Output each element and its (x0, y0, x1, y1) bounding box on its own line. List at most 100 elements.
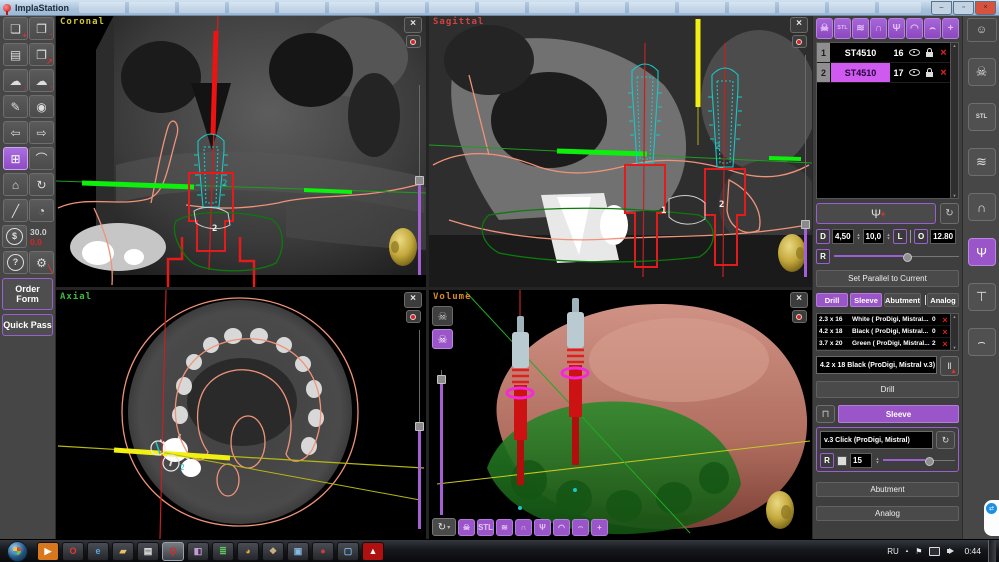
rotation-slider[interactable] (834, 252, 959, 262)
sagittal-view[interactable]: 1 2 2 Sagittal × (429, 15, 812, 287)
toolbar-button[interactable]: ◔ (29, 199, 54, 222)
toolbar-button[interactable]: ⇦ (3, 121, 28, 144)
lock-toggle[interactable] (922, 43, 937, 62)
mode-strip-button[interactable]: ∩ (967, 193, 996, 221)
sleeve-offset-value[interactable]: 15 (850, 453, 872, 468)
toolbar-button[interactable]: ◉ (29, 95, 54, 118)
component-tab[interactable]: Sleeve (850, 293, 882, 307)
coronal-slice-slider[interactable] (415, 85, 424, 275)
taskbar-app-button[interactable]: Ϙ (162, 541, 184, 561)
analog-button[interactable]: Analog (816, 506, 959, 521)
implant-list-scrollbar[interactable]: ▲ ▼ (950, 43, 958, 198)
coronal-view[interactable]: 2 2 Coronal × (56, 15, 426, 287)
implant-row[interactable]: 1 ST4510 16 × (817, 43, 950, 63)
taskbar-app-button[interactable]: ▤ (137, 541, 159, 561)
sleeve-model-field[interactable]: v.3 Click (ProDigi, Mistral) (820, 431, 933, 449)
drill-list-item[interactable]: 4.2 x 18 Black ( ProDigi, Mistral... 0 × (817, 326, 950, 338)
volume-toolbar-button[interactable]: ☠ (458, 518, 475, 536)
axial-expand-button[interactable]: × (404, 292, 422, 308)
sleeve-button[interactable]: Sleeve (838, 405, 959, 423)
mode-strip-button[interactable]: STL (967, 103, 996, 131)
drill-list-item[interactable]: 3.7 x 20 Green ( ProDigi, Mistral... 2 × (817, 338, 950, 350)
taskbar-app-button[interactable]: ◕ (237, 541, 259, 561)
volume-toolbar-button[interactable]: + (591, 518, 608, 536)
implant-row[interactable]: 2 ST4510 17 × (817, 63, 950, 83)
abutment-button[interactable]: Abutment (816, 482, 959, 497)
component-tab[interactable]: Drill (816, 293, 848, 307)
sleeve-checkbox[interactable] (837, 455, 847, 466)
mode-strip-button[interactable]: Ψ (967, 238, 996, 266)
action-center-flag-icon[interactable]: ⚑ (915, 547, 922, 556)
taskbar-app-button[interactable]: ▣ (287, 541, 309, 561)
toolbar-button[interactable]: ✎ (3, 95, 28, 118)
delete-implant-button[interactable]: × (937, 63, 950, 82)
teamviewer-panel[interactable]: ⇄ (984, 500, 999, 536)
tray-expand-icon[interactable]: ▴ (906, 548, 909, 554)
volume-expand-button[interactable]: × (790, 292, 808, 308)
object-toolbar-button[interactable]: ≋ (852, 18, 869, 39)
length-value[interactable]: 10,0 (862, 229, 885, 244)
offset-value[interactable]: 12.80 (930, 229, 957, 244)
volume-toolbar-button[interactable]: ◠ (553, 518, 570, 536)
taskbar-app-button[interactable]: O (62, 541, 84, 561)
volume-toolbar-button[interactable]: Ψ (534, 518, 551, 536)
taskbar-app-button[interactable]: ▶ (37, 541, 59, 561)
sagittal-capture-button[interactable] (791, 35, 807, 48)
quick-pass-button[interactable]: Quick Pass (2, 314, 53, 336)
selected-drill-field[interactable]: 4.2 x 18 Black (ProDigi, Mistral v.3) (816, 356, 937, 374)
toolbar-button[interactable]: ☁ ↓ (3, 69, 28, 92)
help-button[interactable]: ? (3, 251, 28, 274)
visibility-toggle[interactable] (907, 43, 922, 62)
volume-view[interactable]: Volume × ☠ ☠ ↻ ▾ ☠ STL ≋ ∩ Ψ ◠ ⌢ + (429, 290, 812, 539)
object-toolbar-button[interactable]: ⌢ (924, 18, 941, 39)
drill-list-scrollbar[interactable]: ▲ ▼ (950, 314, 958, 350)
object-toolbar-button[interactable]: + (942, 18, 959, 39)
remove-drill-button[interactable]: × (940, 315, 950, 325)
drill-tool-button[interactable]: Ⅱ ▲ (940, 356, 959, 376)
settings-button[interactable]: ⚙ ╲ (29, 251, 54, 274)
volume-skull-render-button[interactable]: ☠ (432, 329, 453, 349)
volume-toolbar-button[interactable]: ∩ (515, 518, 532, 536)
volume-skull-view-button[interactable]: ☠ (432, 306, 453, 326)
toolbar-button[interactable]: ❐ ↗ (29, 43, 54, 66)
sleeve-offset-spinner[interactable]: ▲ ▼ (875, 457, 879, 464)
remove-drill-button[interactable]: × (940, 327, 950, 337)
delete-implant-button[interactable]: × (937, 43, 950, 62)
diameter-spinner[interactable]: ▲ ▼ (856, 233, 860, 240)
toolbar-button[interactable]: ╱ (3, 199, 28, 222)
axial-view[interactable]: 2 Axial × (56, 290, 426, 539)
sleeve-refresh-button[interactable]: ↻ (936, 431, 955, 449)
network-icon[interactable] (929, 546, 941, 556)
object-toolbar-button[interactable]: ◠ (906, 18, 923, 39)
implant-name[interactable]: ST4510 (831, 63, 890, 82)
toolbar-button[interactable]: ↻ (29, 173, 54, 196)
clock[interactable]: 0:44 (964, 546, 981, 556)
volume-rotate-button[interactable]: ↻ ▾ (432, 518, 456, 536)
coronal-expand-button[interactable]: × (404, 17, 422, 33)
price-button[interactable]: $ (2, 225, 27, 248)
show-desktop-button[interactable] (988, 540, 996, 562)
axial-slice-slider[interactable] (415, 330, 424, 529)
object-toolbar-button[interactable]: Ψ (888, 18, 905, 39)
toolbar-button[interactable]: ❏ + (3, 17, 28, 40)
volume-toolbar-button[interactable]: ≋ (496, 518, 513, 536)
sleeve-lock-button[interactable]: ⊓ (816, 405, 835, 423)
toolbar-button[interactable]: ⌂ (3, 173, 28, 196)
language-indicator[interactable]: RU (887, 547, 899, 556)
taskbar-app-button[interactable]: ❖ (262, 541, 284, 561)
object-toolbar-button[interactable]: STL (834, 18, 851, 39)
add-implant-button[interactable]: Ψ + (816, 203, 936, 224)
toolbar-button[interactable]: ⊞ (3, 147, 28, 170)
taskbar-app-button[interactable]: ◧ (187, 541, 209, 561)
lock-toggle[interactable] (922, 63, 937, 82)
diameter-value[interactable]: 4,50 (832, 229, 854, 244)
refresh-implant-button[interactable]: ↻ (940, 203, 959, 224)
implant-name[interactable]: ST4510 (831, 43, 890, 62)
sagittal-slice-slider[interactable] (801, 55, 810, 277)
start-button[interactable] (7, 540, 28, 562)
volume-toolbar-button[interactable]: STL (477, 518, 494, 536)
toolbar-button[interactable]: ⇨ (29, 121, 54, 144)
mode-strip-button[interactable]: ⌢ (967, 328, 996, 356)
visibility-toggle[interactable] (907, 63, 922, 82)
set-parallel-button[interactable]: Set Parallel to Current (816, 270, 959, 287)
